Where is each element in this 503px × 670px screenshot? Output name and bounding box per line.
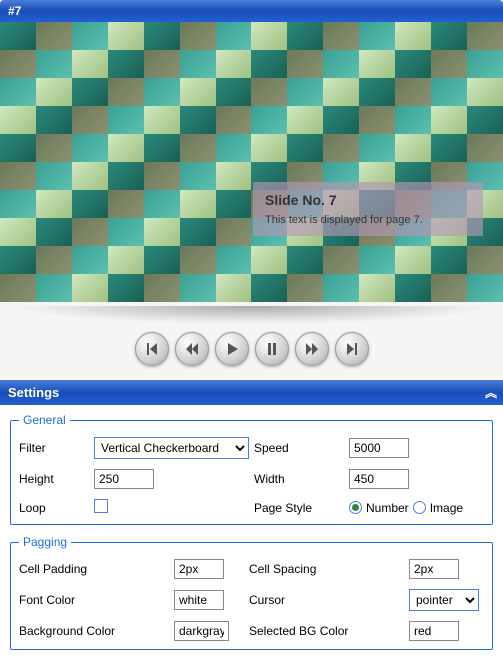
settings-panel: General Filter Vertical Checkerboard Spe… bbox=[0, 405, 503, 670]
loop-label: Loop bbox=[19, 501, 94, 515]
height-input[interactable] bbox=[94, 469, 154, 489]
pagestyle-image-radio[interactable] bbox=[413, 501, 426, 514]
fontcolor-input[interactable] bbox=[174, 590, 224, 610]
window-titlebar: #7 bbox=[0, 0, 503, 22]
caption-title: Slide No. 7 bbox=[265, 192, 471, 208]
play-button[interactable] bbox=[215, 332, 249, 366]
general-legend: General bbox=[19, 413, 70, 427]
pagestyle-number-radio[interactable] bbox=[349, 501, 362, 514]
next-button[interactable] bbox=[295, 332, 329, 366]
cellpadding-input[interactable] bbox=[174, 559, 224, 579]
checkerboard-effect bbox=[0, 22, 503, 302]
loop-checkbox[interactable] bbox=[94, 499, 108, 513]
height-label: Height bbox=[19, 472, 94, 486]
collapse-icon[interactable]: ︽ bbox=[485, 384, 495, 401]
slide-preview: Slide No. 7 This text is displayed for p… bbox=[0, 22, 503, 302]
selbgcolor-label: Selected BG Color bbox=[249, 624, 409, 638]
cellspacing-input[interactable] bbox=[409, 559, 459, 579]
pagestyle-number-label: Number bbox=[366, 501, 409, 515]
speed-input[interactable] bbox=[349, 438, 409, 458]
pagging-legend: Pagging bbox=[19, 535, 71, 549]
cursor-select[interactable]: pointer bbox=[409, 589, 479, 611]
general-fieldset: General Filter Vertical Checkerboard Spe… bbox=[10, 413, 493, 525]
settings-title: Settings bbox=[8, 385, 59, 400]
filter-label: Filter bbox=[19, 441, 94, 455]
settings-titlebar: Settings ︽ bbox=[0, 380, 503, 405]
speed-label: Speed bbox=[254, 441, 349, 455]
filter-select[interactable]: Vertical Checkerboard bbox=[94, 437, 249, 459]
pagging-fieldset: Pagging Cell Padding Cell Spacing Font C… bbox=[10, 535, 493, 650]
fontcolor-label: Font Color bbox=[19, 593, 174, 607]
pagestyle-label: Page Style bbox=[254, 501, 349, 515]
caption-text: This text is displayed for page 7. bbox=[265, 214, 471, 226]
prev-button[interactable] bbox=[175, 332, 209, 366]
pagestyle-image-label: Image bbox=[430, 501, 463, 515]
selbgcolor-input[interactable] bbox=[409, 621, 459, 641]
first-button[interactable] bbox=[135, 332, 169, 366]
pagestyle-radios: Number Image bbox=[349, 501, 484, 515]
last-button[interactable] bbox=[335, 332, 369, 366]
shadow-decoration bbox=[10, 306, 493, 324]
playback-controls bbox=[0, 324, 503, 380]
cellspacing-label: Cell Spacing bbox=[249, 562, 409, 576]
window-title: #7 bbox=[8, 4, 21, 18]
bgcolor-label: Background Color bbox=[19, 624, 174, 638]
cursor-label: Cursor bbox=[249, 593, 409, 607]
pause-button[interactable] bbox=[255, 332, 289, 366]
width-input[interactable] bbox=[349, 469, 409, 489]
cellpadding-label: Cell Padding bbox=[19, 562, 174, 576]
bgcolor-input[interactable] bbox=[174, 621, 229, 641]
slide-caption: Slide No. 7 This text is displayed for p… bbox=[253, 182, 483, 236]
width-label: Width bbox=[254, 472, 349, 486]
